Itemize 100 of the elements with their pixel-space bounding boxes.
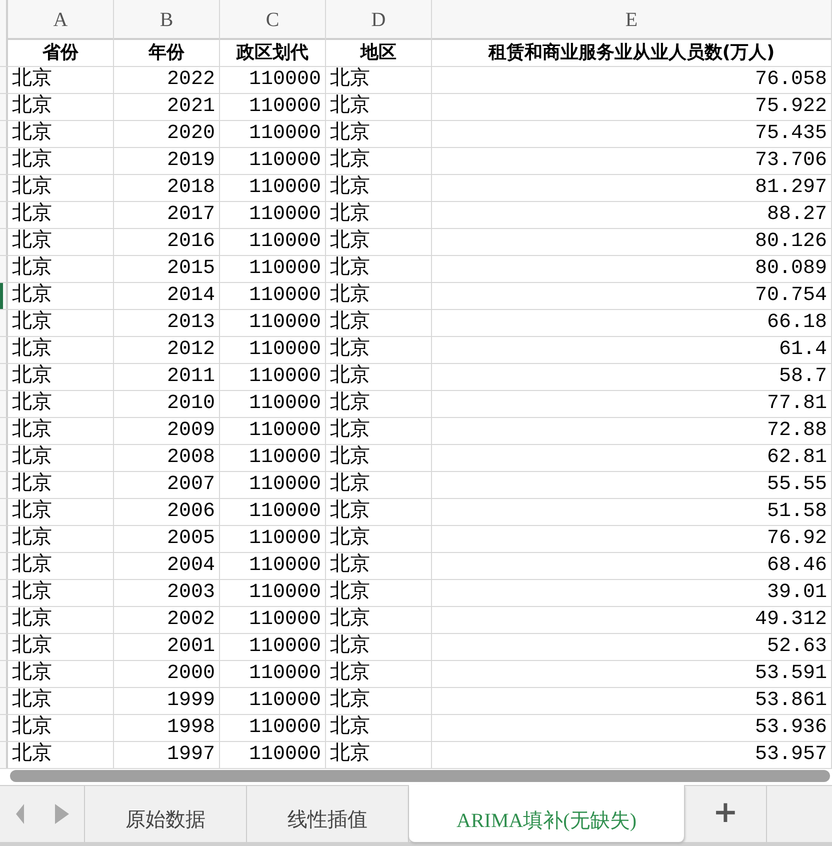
row-header[interactable] <box>0 391 8 417</box>
row-header[interactable] <box>0 715 8 741</box>
table-cell: 2002 <box>114 607 220 633</box>
table-cell: 110000 <box>220 202 326 228</box>
table-cell: 2009 <box>114 418 220 444</box>
table-cell: 110000 <box>220 418 326 444</box>
table-cell: 北京 <box>326 121 432 147</box>
table-cell: 1997 <box>114 742 220 768</box>
sheet-tab[interactable]: 原始数据 <box>85 786 247 842</box>
row-header[interactable] <box>0 175 8 201</box>
table-cell: 49.312 <box>432 607 832 633</box>
table-cell: 73.706 <box>432 148 832 174</box>
table-cell: 110000 <box>220 499 326 525</box>
row-header[interactable] <box>0 526 8 552</box>
table-cell: 北京 <box>326 94 432 120</box>
table-cell: 53.936 <box>432 715 832 741</box>
header-cell: 省份 <box>8 40 114 66</box>
table-cell: 北京 <box>8 418 114 444</box>
table-cell: 北京 <box>8 607 114 633</box>
table-cell: 110000 <box>220 148 326 174</box>
table-cell: 2018 <box>114 175 220 201</box>
scroll-left-icon[interactable] <box>16 804 24 824</box>
table-cell: 北京 <box>8 121 114 147</box>
table-cell: 北京 <box>326 742 432 768</box>
table-cell: 北京 <box>326 256 432 282</box>
row-header[interactable] <box>0 634 8 660</box>
row-header[interactable] <box>0 418 8 444</box>
row-header[interactable] <box>0 580 8 606</box>
row-header[interactable] <box>0 661 8 687</box>
table-cell: 北京 <box>326 148 432 174</box>
column-header[interactable]: A <box>8 0 114 40</box>
table-cell: 北京 <box>8 283 114 309</box>
table-cell: 110000 <box>220 445 326 471</box>
table-cell: 1999 <box>114 688 220 714</box>
row-header[interactable] <box>0 148 8 174</box>
table-cell: 110000 <box>220 715 326 741</box>
table-cell: 北京 <box>8 202 114 228</box>
table-cell: 110000 <box>220 121 326 147</box>
table-cell: 2016 <box>114 229 220 255</box>
select-all-corner[interactable] <box>0 0 8 40</box>
table-cell: 北京 <box>8 175 114 201</box>
table-cell: 66.18 <box>432 310 832 336</box>
column-header[interactable]: B <box>114 0 220 40</box>
table-cell: 北京 <box>8 553 114 579</box>
table-cell: 51.58 <box>432 499 832 525</box>
table-cell: 61.4 <box>432 337 832 363</box>
table-cell: 北京 <box>8 499 114 525</box>
selected-row-header[interactable] <box>0 283 8 309</box>
row-header[interactable] <box>0 337 8 363</box>
table-cell: 北京 <box>8 229 114 255</box>
table-cell: 北京 <box>8 364 114 390</box>
table-cell: 110000 <box>220 256 326 282</box>
row-header[interactable] <box>0 742 8 768</box>
row-header[interactable] <box>0 472 8 498</box>
table-cell: 北京 <box>326 202 432 228</box>
table-cell: 北京 <box>326 175 432 201</box>
table-cell: 北京 <box>326 229 432 255</box>
table-cell: 北京 <box>8 148 114 174</box>
row-header[interactable] <box>0 688 8 714</box>
table-cell: 北京 <box>8 391 114 417</box>
table-cell: 76.058 <box>432 67 832 93</box>
row-header[interactable] <box>0 94 8 120</box>
table-cell: 2022 <box>114 67 220 93</box>
table-cell: 2003 <box>114 580 220 606</box>
table-cell: 110000 <box>220 742 326 768</box>
table-cell: 北京 <box>8 310 114 336</box>
table-cell: 北京 <box>326 580 432 606</box>
table-cell: 北京 <box>8 337 114 363</box>
row-header[interactable] <box>0 499 8 525</box>
table-cell: 110000 <box>220 580 326 606</box>
table-cell: 北京 <box>326 283 432 309</box>
table-cell: 39.01 <box>432 580 832 606</box>
scroll-right-icon[interactable] <box>54 804 68 824</box>
column-header[interactable]: E <box>432 0 832 40</box>
table-cell: 110000 <box>220 94 326 120</box>
row-header[interactable] <box>0 607 8 633</box>
table-cell: 55.55 <box>432 472 832 498</box>
table-cell: 2001 <box>114 634 220 660</box>
table-cell: 2006 <box>114 499 220 525</box>
row-header[interactable] <box>0 364 8 390</box>
row-header[interactable] <box>0 40 8 66</box>
table-cell: 110000 <box>220 67 326 93</box>
row-header[interactable] <box>0 121 8 147</box>
horizontal-scrollbar[interactable] <box>10 770 830 782</box>
table-cell: 2004 <box>114 553 220 579</box>
row-header[interactable] <box>0 202 8 228</box>
column-header[interactable]: C <box>220 0 326 40</box>
add-sheet-button[interactable]: + <box>685 786 767 842</box>
row-header[interactable] <box>0 229 8 255</box>
table-cell: 北京 <box>326 472 432 498</box>
sheet-tab[interactable]: ARIMA填补(无缺失) <box>409 785 685 842</box>
table-cell: 北京 <box>8 634 114 660</box>
table-cell: 北京 <box>8 256 114 282</box>
row-header[interactable] <box>0 445 8 471</box>
table-cell: 北京 <box>326 391 432 417</box>
table-cell: 北京 <box>326 607 432 633</box>
table-cell: 110000 <box>220 337 326 363</box>
row-header[interactable] <box>0 553 8 579</box>
row-header[interactable] <box>0 67 8 93</box>
column-header[interactable]: D <box>326 0 432 40</box>
